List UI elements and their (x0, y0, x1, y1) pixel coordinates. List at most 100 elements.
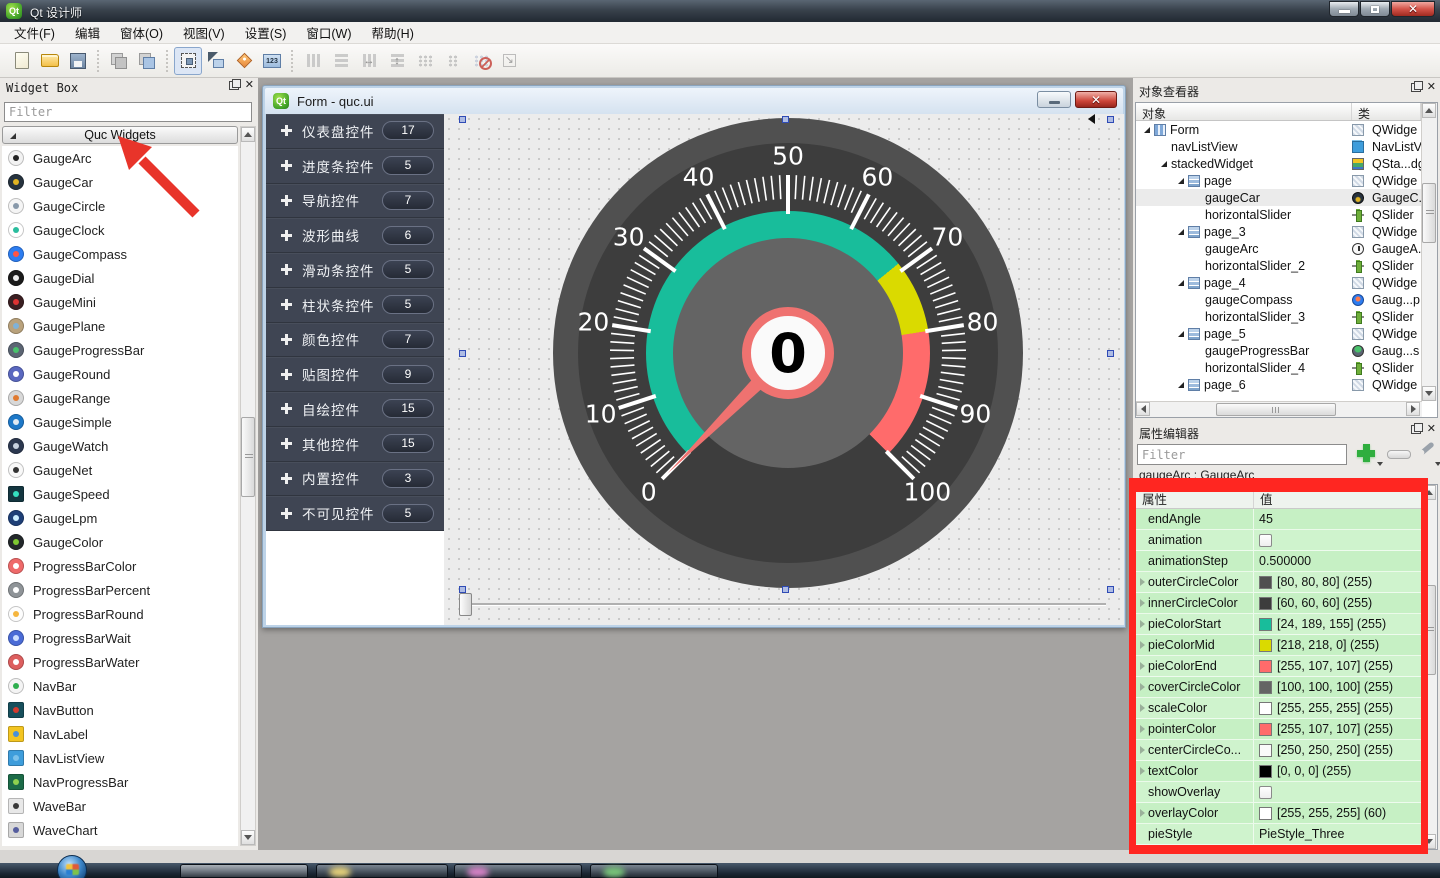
close-panel-icon[interactable]: ✕ (1427, 425, 1436, 434)
new-form-button[interactable] (8, 47, 36, 75)
expander-icon[interactable] (1178, 280, 1184, 286)
widget-item-ProgressBarPercent[interactable]: ProgressBarPercent (2, 578, 238, 602)
edit-buddies-button[interactable] (230, 47, 258, 75)
inspector-row-horizontalSlider[interactable]: horizontalSliderQSlider (1136, 206, 1421, 223)
property-row-scaleColor[interactable]: scaleColor[255, 255, 255] (255) (1136, 698, 1423, 719)
property-row-pieStyle[interactable]: pieStylePieStyle_Three (1136, 824, 1423, 845)
minimize-button[interactable] (1329, 1, 1359, 17)
gauge-arc-widget[interactable]: 0102030405060708090100 0 (553, 118, 1023, 588)
taskbar-button[interactable] (590, 864, 718, 878)
expander-icon[interactable] (1178, 331, 1184, 337)
nav-item-5[interactable]: 柱状条控件5 (266, 288, 444, 323)
menu-item-1[interactable]: 编辑 (65, 20, 110, 45)
selection-handle[interactable] (1107, 586, 1114, 593)
widget-item-GaugeMini[interactable]: GaugeMini (2, 290, 238, 314)
add-dynamic-property-button[interactable] (1355, 442, 1381, 466)
property-row-overlayColor[interactable]: overlayColor[255, 255, 255] (60) (1136, 803, 1423, 824)
widget-item-GaugeClock[interactable]: GaugeClock (2, 218, 238, 242)
checkbox-unchecked[interactable] (1259, 534, 1272, 547)
expander-icon[interactable] (1178, 178, 1184, 184)
inspector-vscrollbar[interactable] (1421, 103, 1437, 401)
property-row-pieColorMid[interactable]: pieColorMid[218, 218, 0] (255) (1136, 635, 1423, 656)
property-row-animation[interactable]: animation (1136, 530, 1423, 551)
widget-item-ProgressBarRound[interactable]: ProgressBarRound (2, 602, 238, 626)
inspector-hscrollbar[interactable] (1136, 401, 1422, 417)
selection-handle[interactable] (782, 116, 789, 123)
edit-widgets-button[interactable] (174, 47, 202, 75)
copy-button[interactable] (105, 47, 133, 75)
edit-signals-button[interactable] (202, 47, 230, 75)
selection-handle[interactable] (459, 116, 466, 123)
property-row-outerCircleColor[interactable]: outerCircleColor[80, 80, 80] (255) (1136, 572, 1423, 593)
layout-vertical-button[interactable] (327, 47, 355, 75)
close-panel-icon[interactable]: ✕ (1427, 83, 1436, 92)
form-close-button[interactable]: ✕ (1075, 91, 1117, 108)
expand-arrow-icon[interactable] (1140, 683, 1145, 691)
expand-arrow-icon[interactable] (1140, 641, 1145, 649)
inspector-row-horizontalSlider_3[interactable]: horizontalSlider_3QSlider (1136, 308, 1421, 325)
menu-item-4[interactable]: 设置(S) (235, 20, 297, 45)
selection-handle[interactable] (1107, 116, 1114, 123)
property-row-pieColorEnd[interactable]: pieColorEnd[255, 107, 107] (255) (1136, 656, 1423, 677)
scroll-down-button[interactable] (1422, 386, 1436, 401)
open-form-button[interactable] (36, 47, 64, 75)
property-row-innerCircleColor[interactable]: innerCircleColor[60, 60, 60] (255) (1136, 593, 1423, 614)
widget-item-WaveChart[interactable]: WaveChart (2, 818, 238, 842)
inspector-row-gaugeArc[interactable]: gaugeArcGaugeA... (1136, 240, 1421, 257)
widget-item-GaugeDial[interactable]: GaugeDial (2, 266, 238, 290)
scroll-up-button[interactable] (241, 127, 255, 142)
property-row-endAngle[interactable]: endAngle45 (1136, 509, 1423, 530)
scroll-up-button[interactable] (1422, 103, 1436, 118)
property-vscrollbar[interactable] (1421, 485, 1437, 849)
selection-handle[interactable] (782, 586, 789, 593)
widget-filter-input[interactable] (4, 102, 252, 122)
taskbar-button[interactable] (454, 864, 582, 878)
property-row-pointerColor[interactable]: pointerColor[255, 107, 107] (255) (1136, 719, 1423, 740)
widget-list-scrollbar[interactable] (240, 126, 256, 846)
widget-item-NavBar[interactable]: NavBar (2, 674, 238, 698)
widget-item-GaugeRound[interactable]: GaugeRound (2, 362, 238, 386)
restore-button[interactable] (1360, 1, 1390, 17)
widget-item-GaugePlane[interactable]: GaugePlane (2, 314, 238, 338)
widget-item-GaugeCompass[interactable]: GaugeCompass (2, 242, 238, 266)
checkbox-unchecked[interactable] (1259, 786, 1272, 799)
menu-item-0[interactable]: 文件(F) (4, 20, 65, 45)
design-canvas[interactable]: 0102030405060708090100 0 (444, 114, 1124, 625)
property-row-centerCircleCo...[interactable]: centerCircleCo...[250, 250, 250] (255) (1136, 740, 1423, 761)
nav-item-9[interactable]: 其他控件15 (266, 427, 444, 462)
widget-item-GaugeColor[interactable]: GaugeColor (2, 530, 238, 554)
widget-item-WaveBar[interactable]: WaveBar (2, 794, 238, 818)
nav-item-7[interactable]: 贴图控件9 (266, 357, 444, 392)
taskbar-button[interactable] (316, 864, 448, 878)
widget-item-GaugeCar[interactable]: GaugeCar (2, 170, 238, 194)
expand-arrow-icon[interactable] (1140, 746, 1145, 754)
selection-handle[interactable] (459, 586, 466, 593)
float-panel-icon[interactable] (1411, 83, 1421, 92)
scroll-down-button[interactable] (1422, 834, 1436, 849)
edit-tab-order-button[interactable]: 123 (258, 47, 286, 75)
form-titlebar[interactable]: Qt Form - quc.ui ✕ (265, 88, 1123, 114)
widget-item-NavLabel[interactable]: NavLabel (2, 722, 238, 746)
form-minimize-button[interactable] (1037, 91, 1071, 108)
nav-item-1[interactable]: 进度条控件5 (266, 149, 444, 184)
widget-item-NavButton[interactable]: NavButton (2, 698, 238, 722)
nav-item-0[interactable]: 仪表盘控件17 (266, 114, 444, 149)
menu-item-5[interactable]: 窗口(W) (296, 20, 361, 45)
nav-item-3[interactable]: 波形曲线6 (266, 218, 444, 253)
selection-handle[interactable] (1107, 350, 1114, 357)
scroll-thumb[interactable] (241, 417, 255, 497)
inspector-row-horizontalSlider_2[interactable]: horizontalSlider_2QSlider (1136, 257, 1421, 274)
save-form-button[interactable] (64, 47, 92, 75)
widget-item-GaugeArc[interactable]: GaugeArc (2, 146, 238, 170)
nav-item-8[interactable]: 自绘控件15 (266, 392, 444, 427)
property-row-coverCircleColor[interactable]: coverCircleColor[100, 100, 100] (255) (1136, 677, 1423, 698)
column-class[interactable]: 类 (1352, 103, 1421, 120)
widget-item-GaugeSpeed[interactable]: GaugeSpeed (2, 482, 238, 506)
expand-arrow-icon[interactable] (1140, 725, 1145, 733)
expand-arrow-icon[interactable] (1140, 767, 1145, 775)
column-value[interactable]: 值 (1254, 485, 1279, 508)
expand-arrow-icon[interactable] (1140, 662, 1145, 670)
property-row-pieColorStart[interactable]: pieColorStart[24, 189, 155] (255) (1136, 614, 1423, 635)
inspector-row-gaugeCompass[interactable]: gaugeCompassGaug...p (1136, 291, 1421, 308)
menu-item-2[interactable]: 窗体(O) (110, 20, 173, 45)
